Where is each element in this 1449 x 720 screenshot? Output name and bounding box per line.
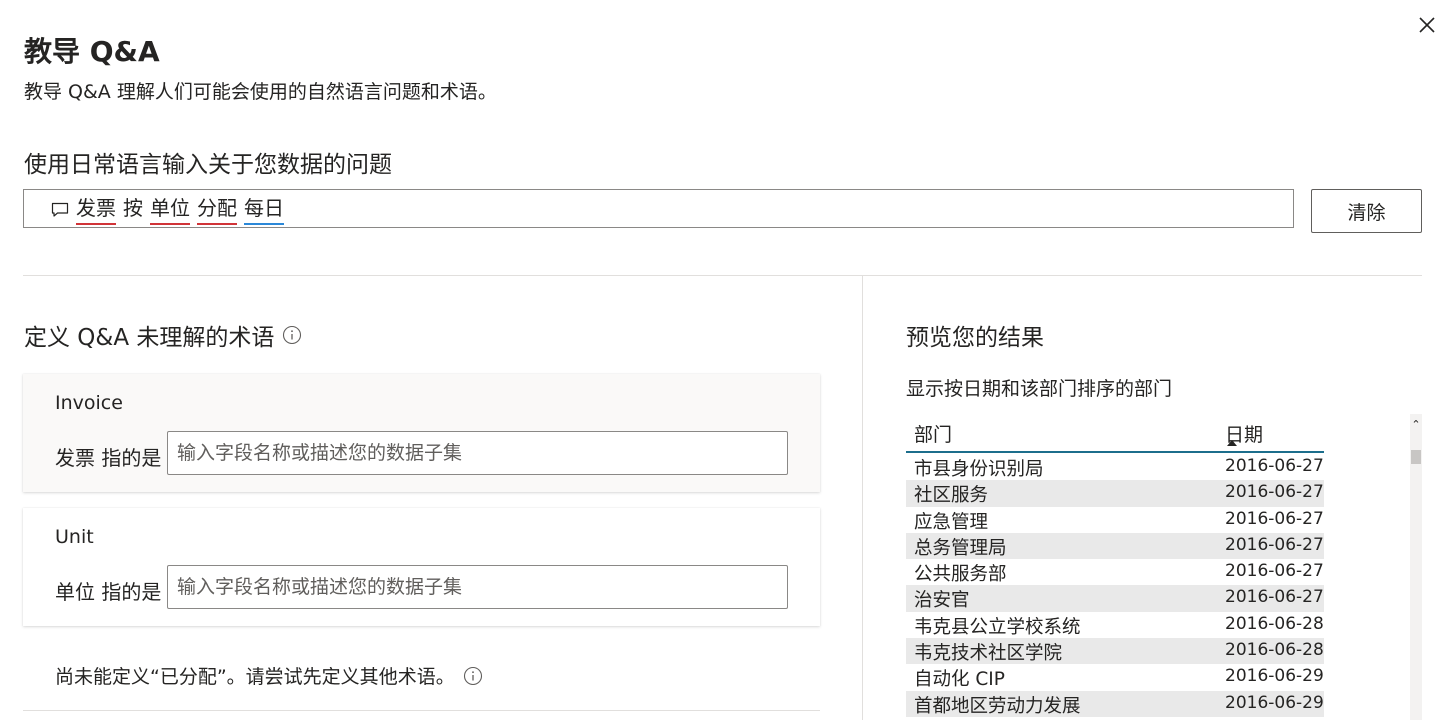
cell-dept: 韦克县公立学校系统 xyxy=(914,616,1081,638)
term-card-unit: Unit 单位 指的是 xyxy=(23,508,820,626)
term-definition-input[interactable] xyxy=(167,431,788,475)
question-label: 使用日常语言输入关于您数据的问题 xyxy=(24,152,392,178)
cell-dept: 社区服务 xyxy=(914,485,989,507)
table-row: 社区服务 2016-06-27 xyxy=(906,480,1324,507)
scroll-up-arrow-icon[interactable]: ⌃ xyxy=(1410,418,1422,432)
column-header-date[interactable]: 日期 xyxy=(1225,414,1263,452)
cell-date: 2016-06-28 xyxy=(1225,640,1324,661)
term-definition-input[interactable] xyxy=(167,565,788,609)
cell-dept: 自动化 CIP xyxy=(914,669,1005,691)
column-header-dept[interactable]: 部门 xyxy=(914,414,952,452)
cell-date: 2016-06-27 xyxy=(1225,534,1324,555)
question-input[interactable]: 发票按单位 分配 每日 xyxy=(23,189,1294,228)
question-token[interactable]: 每日 xyxy=(244,192,284,225)
scrollbar-thumb[interactable] xyxy=(1411,450,1421,464)
table-row: 总务管理局 2016-06-27 xyxy=(906,532,1324,560)
term-name: Unit xyxy=(55,526,94,548)
question-token[interactable]: 分配 xyxy=(197,192,237,225)
note-text: 尚未能定义“已分配”。请尝试先定义其他术语。 xyxy=(55,666,455,688)
cell-dept: 治安官 xyxy=(914,590,970,612)
sort-ascending-icon xyxy=(1227,440,1237,446)
cell-dept: 韦克技术社区学院 xyxy=(914,643,1063,665)
close-icon xyxy=(1419,17,1435,33)
table-body: 市县身份识别局 2016-06-27 社区服务 2016-06-27 应急管理 2016-… xyxy=(906,454,1324,717)
table-row: 市县身份识别局 2016-06-27 xyxy=(906,454,1324,480)
table-row: 首都地区劳动力发展 2016-06-29 xyxy=(906,690,1324,717)
term-label: 单位 指的是 xyxy=(55,580,162,604)
table-row: 应急管理 2016-06-27 xyxy=(906,507,1324,533)
question-tokens: 发票按单位 分配 每日 xyxy=(76,192,291,225)
cell-dept: 首都地区劳动力发展 xyxy=(914,695,1081,717)
close-button[interactable] xyxy=(1414,12,1440,38)
cell-date: 2016-06-27 xyxy=(1225,482,1324,503)
section-divider xyxy=(23,275,1422,276)
table-row: 公共服务部 2016-06-27 xyxy=(906,559,1324,585)
cell-dept: 应急管理 xyxy=(914,511,989,533)
cell-date: 2016-06-27 xyxy=(1225,508,1324,529)
question-token[interactable]: 单位 xyxy=(150,192,190,225)
question-token[interactable]: 按 xyxy=(123,192,143,225)
table-row: 自动化 CIP 2016-06-29 xyxy=(906,664,1324,690)
results-table: 部门 日期 市县身份识别局 2016-06-27 社区服务 2016-06-27 应急管… xyxy=(906,414,1324,720)
card-divider xyxy=(23,710,820,711)
cell-dept: 总务管理局 xyxy=(914,537,1007,559)
define-terms-title: 定义 Q&A 未理解的术语 xyxy=(24,325,275,351)
dialog-subtitle: 教导 Q&A 理解人们可能会使用的自然语言问题和术语。 xyxy=(24,81,497,103)
table-row: 韦克县公立学校系统 2016-06-28 xyxy=(906,612,1324,638)
cell-dept: 市县身份识别局 xyxy=(914,459,1044,480)
term-label: 发票 指的是 xyxy=(55,446,162,470)
cell-date: 2016-06-29 xyxy=(1225,692,1324,713)
cell-date: 2016-06-29 xyxy=(1225,666,1324,687)
result-caption: 显示按日期和该部门排序的部门 xyxy=(906,378,1173,400)
cell-date: 2016-06-27 xyxy=(1225,456,1324,476)
clear-button[interactable]: 清除 xyxy=(1311,189,1422,233)
term-card-invoice: Invoice 发票 指的是 xyxy=(23,374,820,492)
column-divider xyxy=(862,276,863,720)
preview-title: 预览您的结果 xyxy=(906,325,1044,351)
info-icon[interactable] xyxy=(282,325,302,345)
cell-date: 2016-06-27 xyxy=(1225,561,1324,582)
define-terms-heading: 定义 Q&A 未理解的术语 xyxy=(24,318,302,352)
table-row: 治安官 2016-06-27 xyxy=(906,585,1324,612)
info-icon[interactable] xyxy=(463,666,483,686)
table-row: 韦克技术社区学院 2016-06-28 xyxy=(906,638,1324,665)
speech-bubble-icon xyxy=(51,202,69,217)
cell-dept: 公共服务部 xyxy=(914,564,1007,586)
question-token[interactable]: 发票 xyxy=(76,192,116,225)
cell-date: 2016-06-27 xyxy=(1225,587,1324,608)
cell-date: 2016-06-28 xyxy=(1225,613,1324,634)
term-name: Invoice xyxy=(55,392,123,414)
dialog-title: 教导 Q&A xyxy=(24,35,160,68)
undefined-term-note: 尚未能定义“已分配”。请尝试先定义其他术语。 xyxy=(55,662,483,689)
header-underline xyxy=(906,451,1324,453)
